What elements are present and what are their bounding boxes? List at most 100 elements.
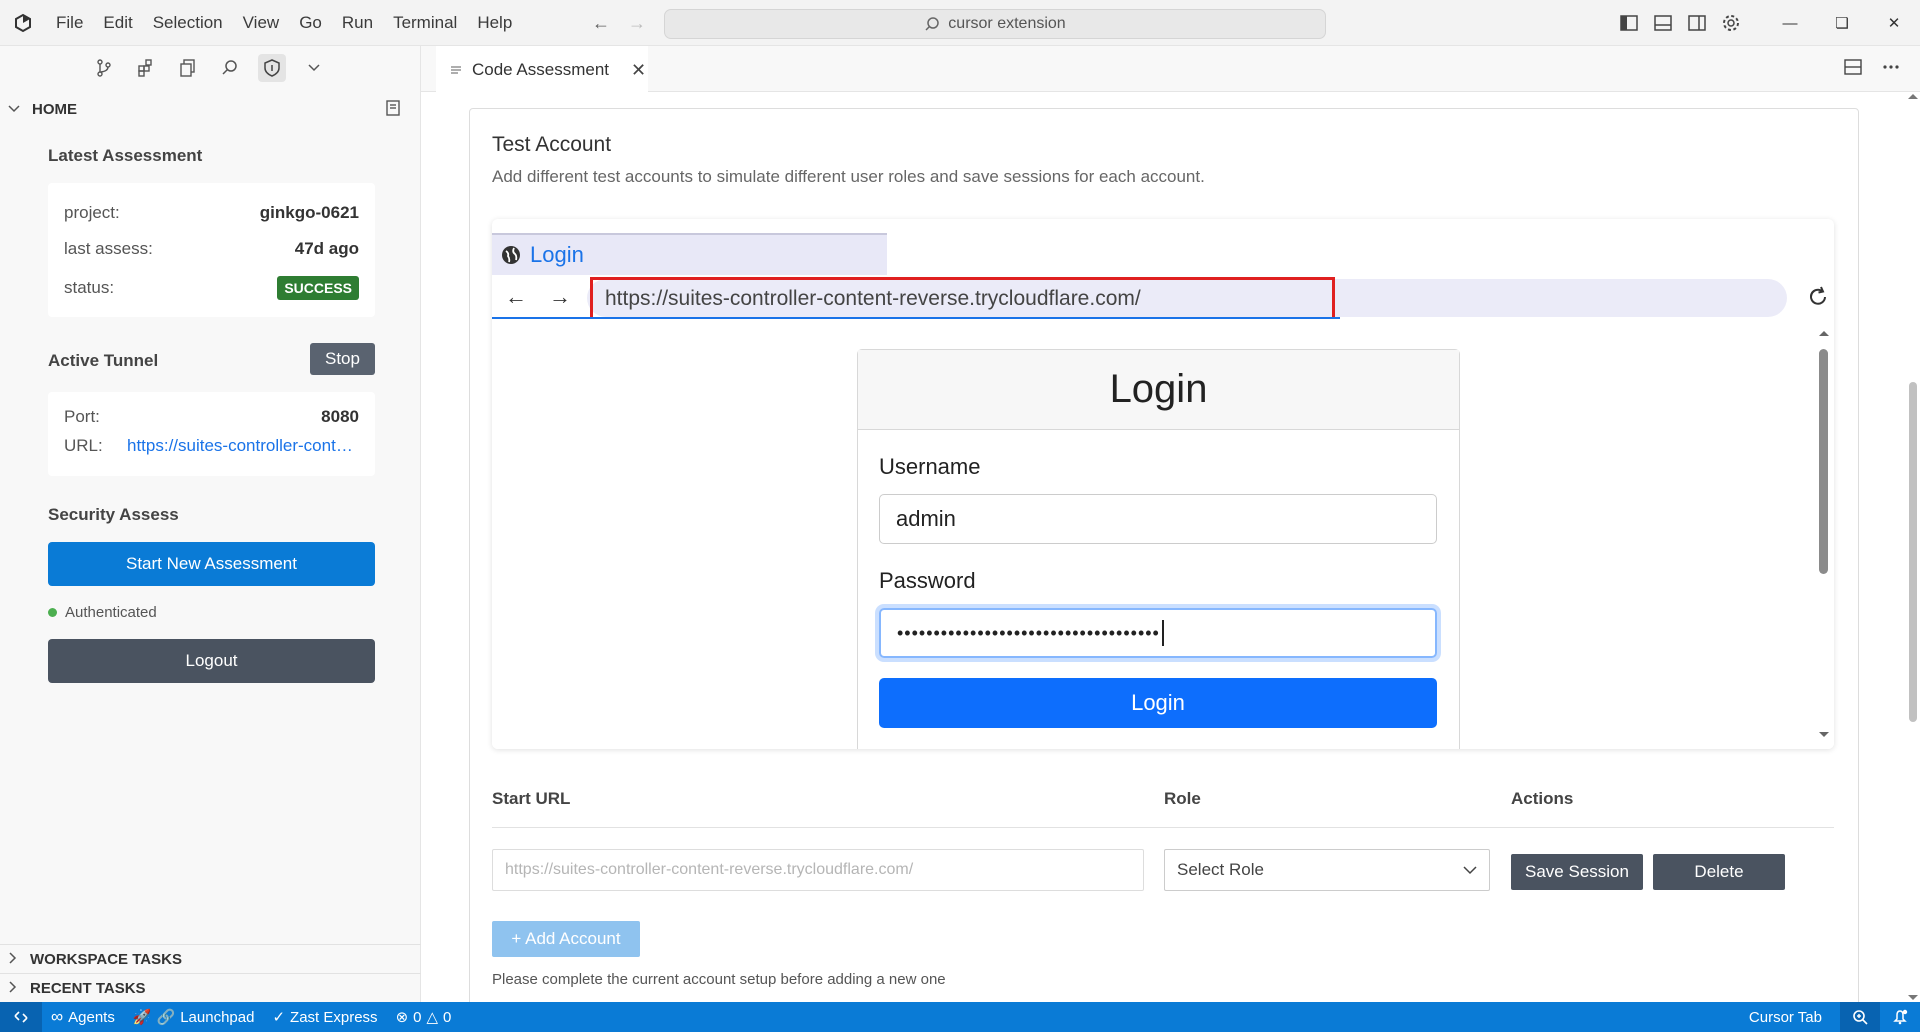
last-assess-label: last assess: [64, 239, 153, 258]
menu-help[interactable]: Help [467, 7, 522, 39]
more-actions-icon[interactable] [1882, 58, 1900, 81]
scroll-up-icon[interactable] [1906, 92, 1920, 100]
toggle-primary-sidebar-icon[interactable] [1618, 12, 1640, 34]
browser-forward-icon[interactable]: → [546, 283, 574, 311]
status-bar: ∞ Agents 🚀 🔗 Launchpad ✓ Zast Express ⊗ … [0, 1002, 1920, 1032]
notifications-bell-icon[interactable] [1880, 1002, 1920, 1032]
editor-scrollbar-thumb[interactable] [1909, 382, 1917, 722]
command-center-text: cursor extension [948, 15, 1066, 32]
auth-status-text: Authenticated [65, 604, 157, 621]
launchpad-status[interactable]: 🚀 🔗 Launchpad [124, 1002, 264, 1032]
minimize-window-icon[interactable]: — [1764, 0, 1816, 46]
status-label: status: [64, 278, 115, 297]
scroll-down-icon[interactable] [1818, 731, 1830, 739]
split-editor-icon[interactable] [1844, 58, 1862, 81]
col-start-url: Start URL [492, 789, 571, 808]
username-label: Username [879, 454, 981, 479]
chevron-down-icon[interactable] [300, 54, 328, 82]
username-value: admin [896, 506, 956, 531]
editor-area: Code Assessment ✕ Test Account Add diffe… [421, 46, 1920, 1008]
login-form-card: Login Username admin Password ••••••••••… [857, 349, 1460, 749]
login-submit-button[interactable]: Login [879, 678, 1437, 728]
menu-selection[interactable]: Selection [143, 7, 233, 39]
go-back-icon[interactable]: ← [588, 10, 614, 36]
browser-back-icon[interactable]: ← [502, 283, 530, 311]
logout-button[interactable]: Logout [48, 639, 375, 683]
recent-tasks-label: RECENT TASKS [30, 979, 146, 997]
chevron-right-icon [8, 951, 26, 968]
settings-gear-icon[interactable] [1720, 12, 1742, 34]
browser-scrollbar-thumb[interactable] [1819, 349, 1828, 574]
problems-status[interactable]: ⊗ 0 △ 0 [387, 1002, 461, 1032]
tab-code-assessment[interactable]: Code Assessment ✕ [436, 46, 648, 92]
remote-icon[interactable] [0, 1002, 42, 1032]
menu-run[interactable]: Run [332, 7, 383, 39]
menu-terminal[interactable]: Terminal [383, 7, 467, 39]
agents-status[interactable]: ∞ Agents [42, 1002, 124, 1032]
browser-tab-title: Login [530, 242, 584, 267]
toggle-panel-icon[interactable] [1652, 12, 1674, 34]
menu-edit[interactable]: Edit [93, 7, 142, 39]
add-account-button[interactable]: + Add Account [492, 921, 640, 957]
zast-express-status[interactable]: ✓ Zast Express [263, 1002, 386, 1032]
status-badge: SUCCESS [277, 276, 359, 300]
search-icon [925, 17, 940, 31]
tab-bar: Code Assessment ✕ [421, 46, 1920, 92]
workspace-tasks-header[interactable]: WORKSPACE TASKS [0, 944, 421, 973]
password-value: •••••••••••••••••••••••••••••••••••• [897, 622, 1160, 643]
reload-icon[interactable] [1806, 285, 1832, 311]
save-session-button[interactable]: Save Session [1511, 854, 1643, 890]
username-field[interactable]: admin [879, 494, 1437, 544]
browser-url-text: https://suites-controller-content-revers… [605, 287, 1141, 310]
workspace-tasks-label: WORKSPACE TASKS [30, 950, 182, 968]
password-label: Password [879, 568, 976, 593]
collapse-all-icon[interactable] [384, 99, 402, 121]
start-url-input[interactable]: https://suites-controller-content-revers… [492, 849, 1144, 891]
rocket-icon: 🚀 [132, 1009, 152, 1026]
menu-view[interactable]: View [233, 7, 290, 39]
warning-icon: △ [426, 1009, 439, 1026]
app-logo-icon [0, 0, 46, 46]
cursor-tab-status[interactable]: Cursor Tab [1740, 1002, 1840, 1032]
extensions-icon[interactable] [132, 54, 160, 82]
shield-icon[interactable] [258, 54, 286, 82]
port-value: 8080 [321, 407, 359, 426]
browser-tab[interactable]: Login [492, 233, 887, 275]
close-icon[interactable]: ✕ [631, 60, 646, 81]
editor-scrollbar[interactable] [1906, 92, 1920, 1002]
explorer-copy-icon[interactable] [174, 54, 202, 82]
toggle-secondary-sidebar-icon[interactable] [1686, 12, 1708, 34]
browser-scrollbar[interactable] [1818, 329, 1830, 739]
home-section-header[interactable]: HOME [0, 90, 420, 128]
globe-icon [502, 246, 520, 264]
port-label: Port: [64, 407, 100, 426]
start-new-assessment-button[interactable]: Start New Assessment [48, 542, 375, 586]
chevron-down-icon [1463, 866, 1477, 875]
chevron-down-icon [8, 101, 26, 118]
check-icon: ✓ [272, 1009, 286, 1026]
last-assess-value: 47d ago [294, 239, 359, 258]
restore-window-icon[interactable]: ❏ [1816, 0, 1868, 46]
col-role: Role [1164, 789, 1201, 808]
role-select[interactable]: Select Role [1164, 849, 1490, 891]
stop-tunnel-button[interactable]: Stop [310, 343, 375, 375]
search-view-icon[interactable] [216, 54, 244, 82]
source-control-icon[interactable] [90, 54, 118, 82]
browser-nav-bar: ← → https://suites-controller-content-re… [492, 275, 1834, 321]
recent-tasks-header[interactable]: RECENT TASKS [0, 973, 421, 1002]
menu-file[interactable]: File [46, 7, 93, 39]
delete-button[interactable]: Delete [1653, 854, 1785, 890]
warning-count: 0 [443, 1008, 452, 1026]
close-window-icon[interactable]: ✕ [1868, 0, 1920, 46]
password-field[interactable]: •••••••••••••••••••••••••••••••••••• [879, 608, 1437, 658]
go-forward-icon[interactable]: → [624, 10, 650, 36]
browser-url-input[interactable]: https://suites-controller-content-revers… [590, 277, 1335, 321]
tunnel-url-link[interactable]: https://suites-controller-content-revers… [127, 436, 359, 456]
command-center-search[interactable]: cursor extension [664, 9, 1326, 39]
url-label: URL: [64, 436, 103, 455]
embedded-browser: Login ← → https://suites-controller-cont… [492, 219, 1834, 749]
scroll-down-icon[interactable] [1906, 994, 1920, 1002]
menu-go[interactable]: Go [289, 7, 332, 39]
scroll-up-icon[interactable] [1818, 329, 1830, 337]
zoom-icon[interactable] [1840, 1002, 1880, 1032]
